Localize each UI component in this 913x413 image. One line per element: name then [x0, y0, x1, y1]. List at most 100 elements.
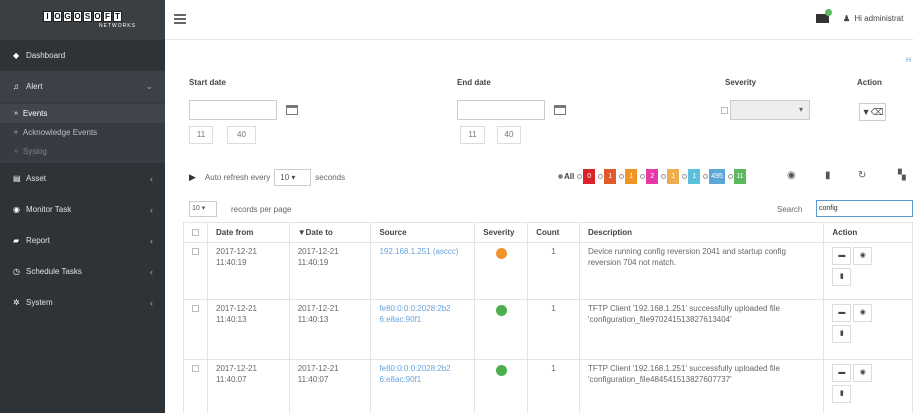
nav-report[interactable]: ▰ Report ‹: [0, 225, 165, 256]
filter-button[interactable]: ▼⌫: [859, 103, 886, 121]
source-link[interactable]: 192.168.1.251 (asccc): [370, 242, 476, 300]
select-all-checkbox[interactable]: [192, 229, 199, 236]
nav-dashboard-label: Dashboard: [26, 51, 66, 60]
severity-cell: [474, 299, 529, 360]
seconds-label: seconds: [315, 172, 346, 182]
nav-asset[interactable]: ▤ Asset ‹: [0, 163, 165, 194]
main-content: H Start date End date Severity Action 11…: [165, 40, 913, 413]
start-date-input[interactable]: [189, 100, 277, 120]
source-link[interactable]: fe80:0:0:0:2028:2b2 6:e8ac:90f1: [370, 359, 476, 413]
col-date-from[interactable]: Date from: [207, 222, 290, 243]
severity-radio-all[interactable]: [558, 174, 563, 179]
play-icon[interactable]: ▶: [189, 172, 196, 183]
row-checkbox[interactable]: [192, 305, 199, 312]
severity-radio[interactable]: [727, 174, 733, 179]
folder-icon: ▰: [13, 236, 20, 245]
logo-letters: IOGOSOFT: [43, 11, 122, 22]
row-checkbox[interactable]: [192, 365, 199, 372]
eye-icon[interactable]: ◉: [853, 364, 873, 382]
nav-events[interactable]: » Events: [0, 104, 165, 123]
logo-letter: O: [93, 11, 102, 22]
trash-icon[interactable]: ▮: [832, 385, 852, 403]
col-description[interactable]: Description: [579, 222, 825, 243]
end-hour-input[interactable]: 11: [460, 126, 485, 144]
events-table: Date from ▼Date to Source Severity Count…: [183, 222, 913, 413]
end-date-label: End date: [457, 78, 491, 87]
comment-icon[interactable]: ▬: [832, 247, 852, 265]
col-severity[interactable]: Severity: [474, 222, 529, 243]
nav-events-label: Events: [22, 109, 48, 118]
start-hour-input[interactable]: 11: [189, 126, 213, 144]
severity-indicator-icon: [495, 365, 507, 376]
comment-icon[interactable]: ▬: [832, 364, 852, 382]
nav-schedule-tasks[interactable]: ◷ Schedule Tasks ‹: [0, 256, 165, 287]
arrow-right-icon: »: [14, 129, 18, 136]
severity-legend: All 0 1 1 2 1 1 495 11: [557, 169, 748, 184]
action-label: Action: [857, 78, 882, 87]
nav-alert[interactable]: ♫ Alert ⌄: [0, 71, 165, 102]
severity-select[interactable]: [730, 100, 810, 120]
nav-dashboard[interactable]: ◆ Dashboard: [0, 40, 165, 71]
calendar-icon[interactable]: [554, 105, 566, 115]
legend-all-label: All: [564, 172, 575, 181]
severity-count-badge: 1: [688, 169, 701, 184]
select-all-header[interactable]: [183, 222, 208, 243]
eye-icon[interactable]: ◉: [853, 247, 873, 265]
nav-monitor-task[interactable]: ◉ Monitor Task ‹: [0, 194, 165, 225]
nav-alert-label: Alert: [26, 82, 43, 91]
severity-radio[interactable]: [703, 174, 709, 179]
user-greeting: Hi administrat: [854, 14, 904, 23]
chevron-down-icon: ⌄: [145, 81, 153, 91]
search-input[interactable]: config: [816, 200, 913, 217]
page-length-select[interactable]: 10 ▾: [189, 201, 217, 217]
count-cell: 1: [527, 242, 581, 300]
severity-checkbox[interactable]: [721, 106, 728, 114]
col-date-to[interactable]: ▼Date to: [288, 222, 372, 243]
date-from-cell: 2017-12-21 11:40:13: [207, 299, 290, 360]
row-select-cell: [183, 242, 208, 300]
refresh-icon[interactable]: ↻: [858, 170, 866, 181]
col-action: Action: [823, 222, 913, 243]
comment-icon[interactable]: ▬: [832, 304, 852, 322]
severity-radio[interactable]: [619, 174, 625, 179]
eye-icon[interactable]: ◉: [853, 304, 873, 322]
alert-submenu: » Events » Acknowledge Events » Syslog: [0, 102, 165, 163]
start-minute-input[interactable]: 40: [227, 126, 256, 144]
corner-link[interactable]: H: [906, 57, 911, 64]
trash-icon[interactable]: ▮: [832, 268, 852, 286]
brand-logo[interactable]: IOGOSOFT NETWORKS: [0, 0, 165, 40]
end-minute-input[interactable]: 40: [497, 126, 521, 144]
severity-radio[interactable]: [577, 174, 583, 179]
trash-icon[interactable]: ▮: [825, 170, 831, 181]
clock-icon: ◷: [13, 267, 20, 276]
calendar-icon[interactable]: [286, 105, 298, 115]
row-checkbox[interactable]: [192, 248, 199, 255]
hamburger-menu-icon[interactable]: [174, 14, 186, 26]
severity-radio[interactable]: [640, 174, 646, 179]
end-date-input[interactable]: [457, 100, 545, 120]
sidebar: IOGOSOFT NETWORKS ◆ Dashboard ♫ Alert ⌄ …: [0, 0, 165, 413]
action-cell: ▬ ◉ ▮: [823, 242, 913, 300]
col-source[interactable]: Source: [370, 222, 476, 243]
start-date-label: Start date: [189, 78, 226, 87]
table-header-row: Date from ▼Date to Source Severity Count…: [183, 222, 913, 243]
chevron-left-icon: ‹: [150, 297, 153, 308]
nav-syslog[interactable]: » Syslog: [0, 142, 165, 161]
trash-icon[interactable]: ▮: [832, 325, 852, 343]
export-icon[interactable]: ▚: [898, 170, 906, 181]
col-count[interactable]: Count: [527, 222, 581, 243]
topbar: ♟ Hi administrat: [165, 0, 913, 40]
user-menu[interactable]: ♟ Hi administrat: [843, 14, 903, 23]
nav-syslog-label: Syslog: [22, 147, 47, 156]
severity-radio[interactable]: [661, 174, 667, 179]
nav-asset-label: Asset: [26, 174, 47, 183]
severity-radio[interactable]: [598, 174, 604, 179]
count-cell: 1: [527, 359, 581, 413]
source-link[interactable]: fe80:0:0:0:2028:2b2 6:e8ac:90f1: [370, 299, 476, 360]
severity-radio[interactable]: [682, 174, 688, 179]
nav-acknowledge-events[interactable]: » Acknowledge Events: [0, 123, 165, 142]
refresh-interval-select[interactable]: 10 ▾: [274, 168, 312, 186]
eye-icon[interactable]: ◉: [787, 170, 796, 181]
nav-acknowledge-label: Acknowledge Events: [22, 128, 98, 137]
nav-system[interactable]: ✲ System ‹: [0, 287, 165, 318]
